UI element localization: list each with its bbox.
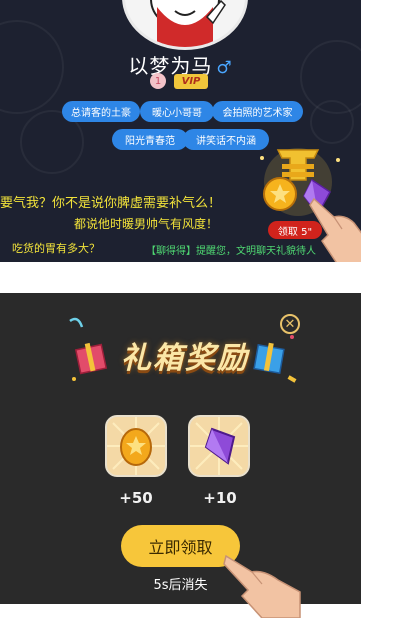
level-badge: 1 xyxy=(150,73,166,89)
chat-message: 要气我？你不是说你脾虚需要补气么！ xyxy=(0,196,222,211)
avatar[interactable] xyxy=(122,0,248,50)
purple-diamond-icon xyxy=(190,417,248,475)
chat-message: 吃货的胃有多大？ xyxy=(12,242,100,255)
gold-coin-icon xyxy=(107,417,165,475)
avatar-image xyxy=(125,0,245,47)
personality-tag[interactable]: 阳光青春范 xyxy=(112,129,188,150)
reward-item-card xyxy=(105,415,167,477)
personality-tag[interactable]: 总请客的土豪 xyxy=(62,101,140,122)
badge-row: 1 VIP xyxy=(150,73,208,89)
profile-chat-panel: 以梦为马 ♂ 1 VIP 总请客的土豪 暖心小哥哥 会拍照的艺术家 阳光青春范 讲… xyxy=(0,0,361,262)
male-icon: ♂ xyxy=(216,58,233,78)
vip-badge: VIP xyxy=(174,73,208,89)
reward-title: 礼箱奖励 xyxy=(121,341,249,376)
reward-amount: +10 xyxy=(203,489,237,507)
personality-tag[interactable]: 会拍照的艺术家 xyxy=(212,101,303,122)
reward-popup: ✕ 礼箱奖励 +50 +10 立即领取 5s后消失 xyxy=(0,293,361,604)
chat-message: 都说他时暖男帅气有风度！ xyxy=(74,217,219,231)
countdown-text: 5s后消失 xyxy=(153,578,208,593)
personality-tag[interactable]: 暖心小哥哥 xyxy=(140,101,214,122)
pointer-hand-icon xyxy=(309,197,361,262)
background-pattern xyxy=(310,100,354,144)
reward-amount: +50 xyxy=(119,489,153,507)
pointer-hand-icon xyxy=(223,554,301,618)
reward-item-card xyxy=(188,415,250,477)
system-notice: 【聊得得】提醒您，文明聊天礼貌待人 xyxy=(146,246,316,257)
